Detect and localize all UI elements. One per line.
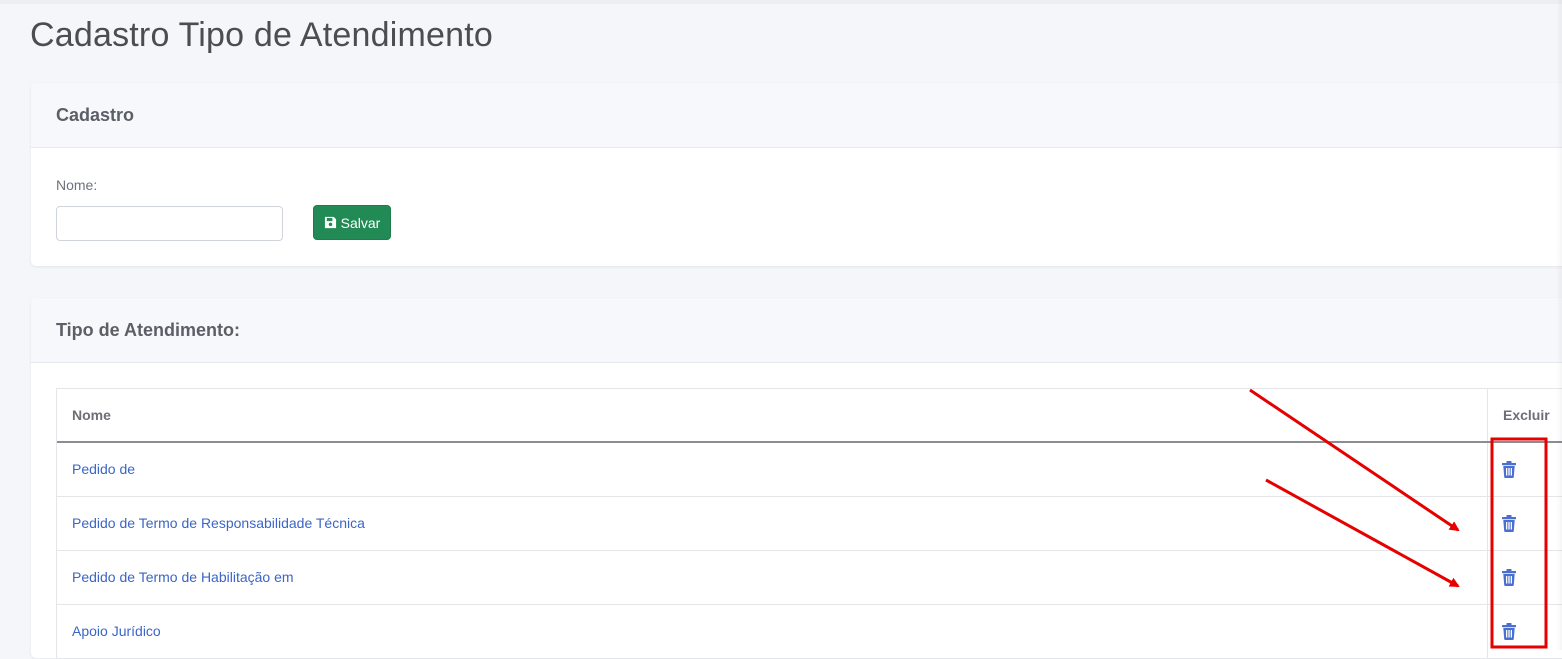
table-row: Pedido de Termo de Responsabilidade Técn… [57,497,1562,551]
window-edge-shadow [1556,0,1562,650]
cadastro-card-header: Cadastro [31,83,1562,148]
cadastro-card: Cadastro Nome: Salvar [31,83,1562,266]
tipo-atendimento-card: Tipo de Atendimento: Nome Excluir Pedido… [31,298,1562,659]
trash-icon[interactable] [1502,623,1516,640]
table-row: Pedido de [57,443,1562,497]
cadastro-card-title: Cadastro [56,105,135,125]
save-button[interactable]: Salvar [313,205,391,240]
trash-icon[interactable] [1502,461,1516,478]
trash-icon[interactable] [1502,515,1516,532]
name-field-label: Nome: [56,177,98,193]
save-button-label: Salvar [340,214,381,231]
table-header-row: Nome Excluir [57,389,1562,443]
top-border [0,0,1562,4]
row-name-link[interactable]: Apoio Jurídico [72,623,161,639]
table-row: Pedido de Termo de Habilitação em [57,551,1562,605]
tipo-card-header: Tipo de Atendimento: [31,298,1562,363]
row-name-link[interactable]: Pedido de [72,461,135,477]
floppy-disk-icon [324,216,336,229]
name-input[interactable] [56,206,283,241]
row-name-link[interactable]: Pedido de Termo de Habilitação em [72,569,294,585]
tipo-card-title: Tipo de Atendimento: [56,320,240,340]
tipo-table: Nome Excluir Pedido de Pedido de Termo d… [56,388,1562,659]
table-row: Apoio Jurídico [57,605,1562,659]
row-name-link[interactable]: Pedido de Termo de Responsabilidade Técn… [72,515,365,531]
column-header-excluir: Excluir [1503,407,1550,423]
trash-icon[interactable] [1502,569,1516,586]
page-title: Cadastro Tipo de Atendimento [30,16,494,54]
column-header-nome[interactable]: Nome [72,407,111,423]
